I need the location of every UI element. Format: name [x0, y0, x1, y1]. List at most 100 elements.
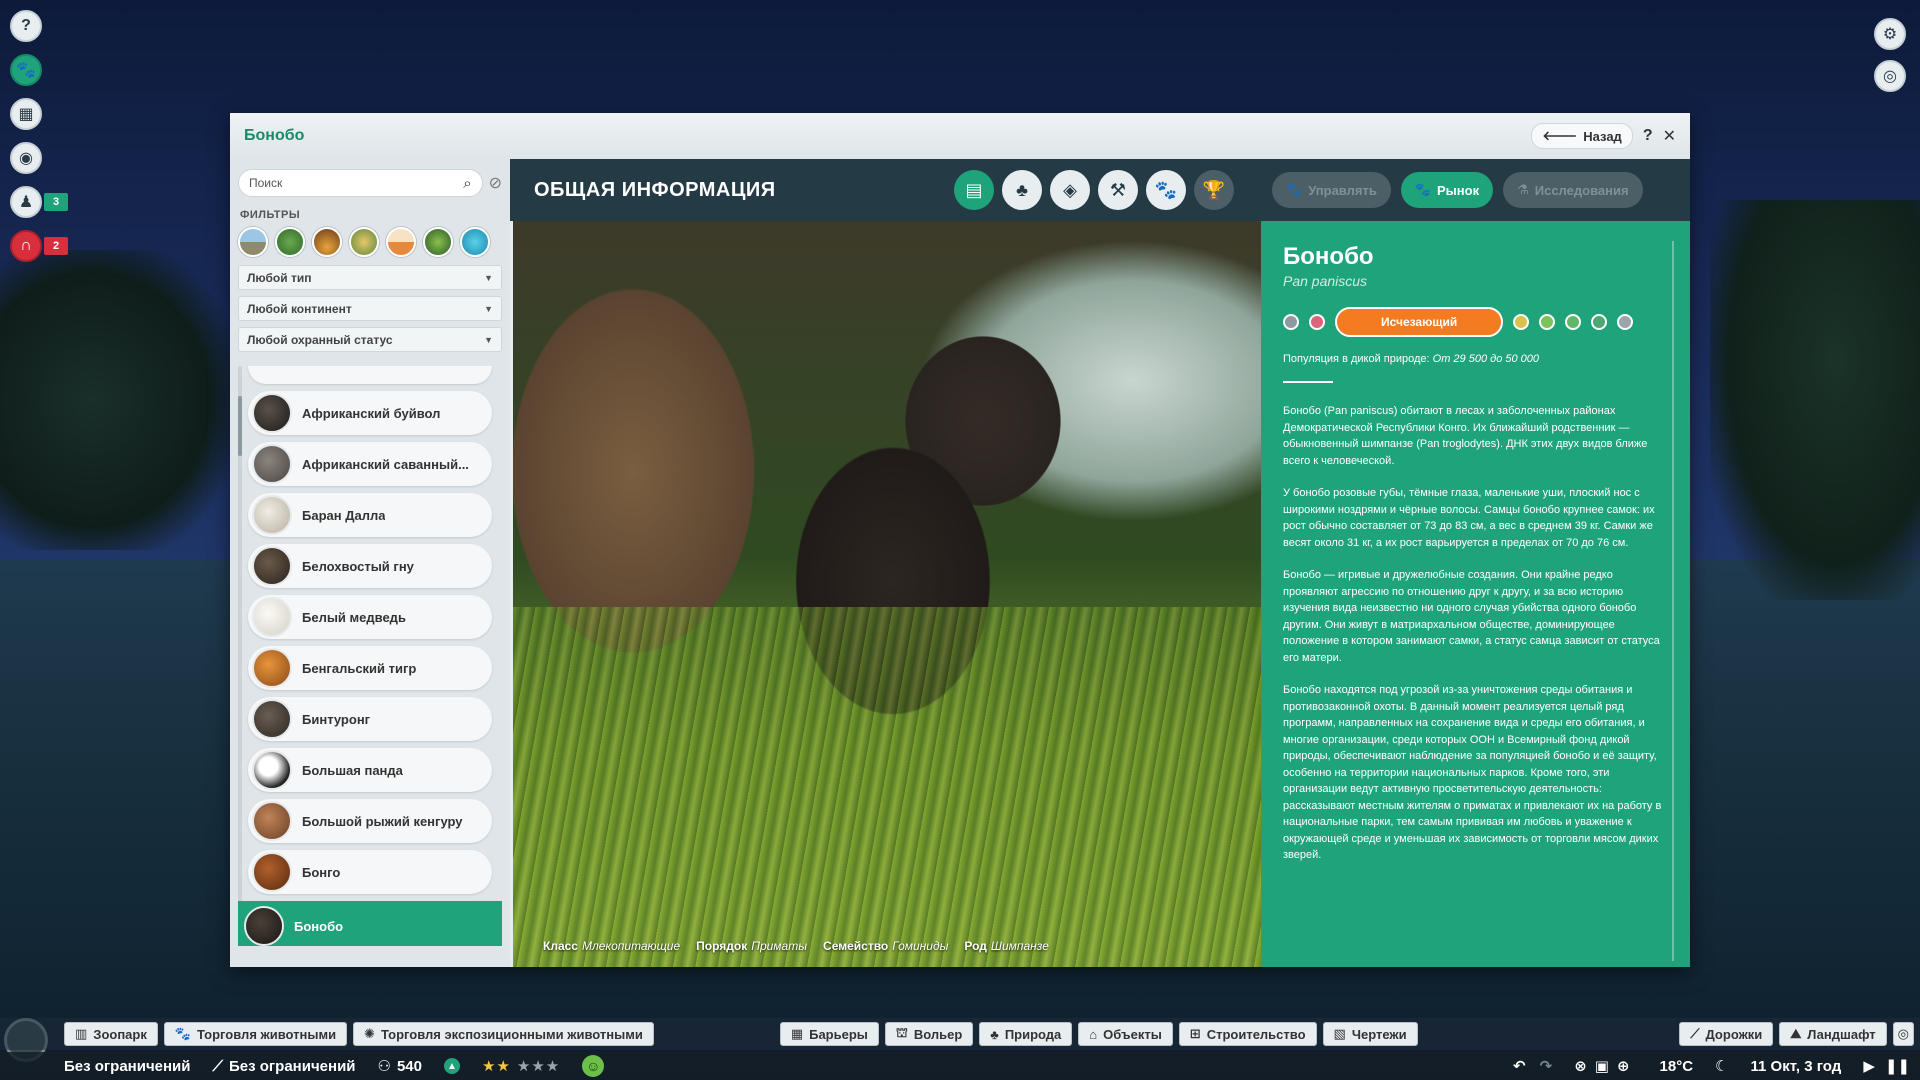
biome-sunset-icon[interactable]: [386, 227, 416, 257]
flask-icon: ⚗: [1517, 182, 1529, 197]
search-input[interactable]: Поиск ⌕: [238, 169, 483, 197]
redo-button[interactable]: ↷: [1540, 1057, 1553, 1075]
list-scrollbar[interactable]: [238, 366, 242, 946]
terrain-button[interactable]: ⛰ Ландшафт: [1779, 1022, 1887, 1046]
guests-indicator[interactable]: ⚇ 540: [378, 1057, 422, 1076]
list-item[interactable]: Белый медведь: [248, 595, 492, 639]
list-item[interactable]: Бонго: [248, 850, 492, 894]
camera-icon[interactable]: ◎: [1874, 60, 1906, 92]
list-item[interactable]: Бинтуронг: [248, 697, 492, 741]
guests-value: 540: [396, 1057, 422, 1075]
path-icon: ⟋: [1690, 1026, 1700, 1041]
zoo-label: Зоопарк: [93, 1026, 147, 1042]
info-panel: Бонобо Pan paniscus Исчезающий Популяция…: [1261, 221, 1690, 967]
play-button[interactable]: ▶: [1863, 1057, 1875, 1075]
list-item-partial[interactable]: [248, 366, 492, 384]
settings-gear-icon[interactable]: ⚙: [1874, 18, 1906, 50]
list-item[interactable]: Белохвостый гну: [248, 544, 492, 588]
biome-temperate-icon[interactable]: [275, 227, 305, 257]
continent-dropdown[interactable]: Любой континент ▼: [238, 296, 502, 321]
biome-desert-icon[interactable]: [312, 227, 342, 257]
nature-button[interactable]: ♣ Природа: [979, 1022, 1073, 1046]
zoo-paw-icon[interactable]: 🐾: [10, 54, 42, 86]
staff-icon[interactable]: ♟: [10, 186, 42, 218]
money-indicator[interactable]: Без ограничений: [64, 1058, 191, 1075]
construction-button[interactable]: ⊞ Строительство: [1178, 1022, 1317, 1046]
staff-row[interactable]: ♟ 3: [10, 186, 68, 218]
action-pills: 🐾 Управлять 🐾 Рынок ⚗ Исследования: [1272, 172, 1643, 208]
zoo-button[interactable]: ▥ Зоопарк: [64, 1022, 158, 1046]
research-indicator[interactable]: ⟋ Без ограничений: [213, 1058, 356, 1075]
back-button[interactable]: 🡐 Назад: [1531, 123, 1633, 149]
market-button[interactable]: 🐾 Рынок: [1400, 172, 1494, 208]
search-placeholder: Поиск: [249, 176, 283, 190]
window-title-bar: Бонобо 🡐 Назад ? ✕: [230, 113, 1690, 159]
barriers-button[interactable]: ▦ Барьеры: [779, 1022, 879, 1046]
biome-savanna-icon[interactable]: [349, 227, 379, 257]
tab-food-sack-icon[interactable]: ◈: [1050, 170, 1090, 210]
animal-trade-button[interactable]: 🐾 Торговля животными: [163, 1022, 348, 1046]
construction-icon: ⊞: [1189, 1026, 1201, 1041]
biome-grassland-icon[interactable]: [238, 227, 268, 257]
pause-button[interactable]: ❚❚: [1885, 1057, 1910, 1075]
tab-general-info-clipboard-icon[interactable]: ▤: [954, 170, 994, 210]
list-item-selected[interactable]: Бонобо: [238, 901, 502, 946]
blueprints-button[interactable]: ▧ Чертежи: [1322, 1022, 1418, 1046]
globe-icon[interactable]: ⊕: [1617, 1057, 1630, 1075]
building-icon: ⌂: [1089, 1026, 1098, 1042]
list-item[interactable]: Большая панда: [248, 748, 492, 792]
close-button[interactable]: ✕: [1663, 126, 1676, 146]
list-item[interactable]: Баран Далла: [248, 493, 492, 537]
manage-button[interactable]: 🐾 Управлять: [1272, 172, 1391, 208]
manage-label: Управлять: [1308, 182, 1377, 198]
research-button[interactable]: ⚗ Исследования: [1503, 172, 1643, 208]
date-value: 11 Окт, 3 год: [1750, 1057, 1842, 1075]
help-button[interactable]: ?: [1643, 127, 1653, 145]
habitat-icon: ⛫: [895, 1025, 908, 1040]
list-scrollbar-thumb[interactable]: [238, 396, 242, 456]
scientific-name: Pan paniscus: [1283, 273, 1368, 289]
list-item[interactable]: Африканский саванный...: [248, 442, 492, 486]
conservation-status-scale: Исчезающий: [1283, 307, 1668, 337]
info-scrollbar[interactable]: [1672, 241, 1674, 961]
exhibit-trade-button[interactable]: ✺ Торговля экспозиционными животными: [353, 1022, 654, 1046]
undo-button[interactable]: ↶: [1513, 1057, 1526, 1075]
camera-icon[interactable]: ▣: [1595, 1057, 1609, 1075]
biome-tropical-icon[interactable]: [423, 227, 453, 257]
animal-avatar: [252, 699, 292, 739]
info-tabs: ▤ ♣ ◈ ⚒ 🐾 🏆: [954, 170, 1234, 210]
list-item[interactable]: Большой рыжий кенгуру: [248, 799, 492, 843]
search-icon[interactable]: ⌕: [463, 175, 471, 192]
biome-aquatic-icon[interactable]: [460, 227, 490, 257]
guests-row[interactable]: ∩ 2: [10, 230, 68, 262]
zoo-rating[interactable]: ★★ ★★★: [482, 1057, 560, 1075]
facilities-button[interactable]: ⌂ Объекты: [1078, 1022, 1173, 1046]
blueprints-label: Чертежи: [1351, 1026, 1407, 1042]
type-dropdown[interactable]: Любой тип ▼: [238, 265, 502, 290]
back-label: Назад: [1583, 128, 1622, 144]
calendar-icon[interactable]: ▦: [10, 98, 42, 130]
status-dropdown[interactable]: Любой охранный статус ▼: [238, 327, 502, 352]
help-icon[interactable]: ?: [10, 10, 42, 42]
tab-social-paw-icon[interactable]: 🐾: [1146, 170, 1186, 210]
staff-count-badge: 3: [44, 193, 68, 211]
view-options-button[interactable]: ◎: [1892, 1022, 1914, 1046]
tab-enrichment-icon[interactable]: ⚒: [1098, 170, 1138, 210]
gate-icon[interactable]: ∩: [10, 230, 42, 262]
tab-habitat-tree-icon[interactable]: ♣: [1002, 170, 1042, 210]
list-item[interactable]: Африканский буйвол: [248, 391, 492, 435]
animal-name: Большая панда: [302, 762, 403, 778]
paths-button[interactable]: ⟋ Дорожки: [1679, 1022, 1774, 1046]
tab-trophy-icon[interactable]: 🏆: [1194, 170, 1234, 210]
paw-icon: 🐾: [1414, 182, 1432, 197]
eye-icon[interactable]: ◉: [10, 142, 42, 174]
happiness-indicator[interactable]: ☺: [582, 1055, 605, 1077]
habitat-button[interactable]: ⛫ Вольер: [884, 1022, 974, 1046]
list-item[interactable]: Бенгальский тигр: [248, 646, 492, 690]
taxonomy-genus-value: Шимпанзе: [990, 939, 1049, 953]
animal-name: Африканский саванный...: [302, 456, 469, 472]
clear-filter-icon[interactable]: ⊘: [489, 173, 502, 193]
animal-avatar: [252, 393, 292, 433]
overlay-icon[interactable]: ⊗: [1574, 1057, 1587, 1075]
date: 11 Окт, 3 год: [1751, 1058, 1842, 1075]
